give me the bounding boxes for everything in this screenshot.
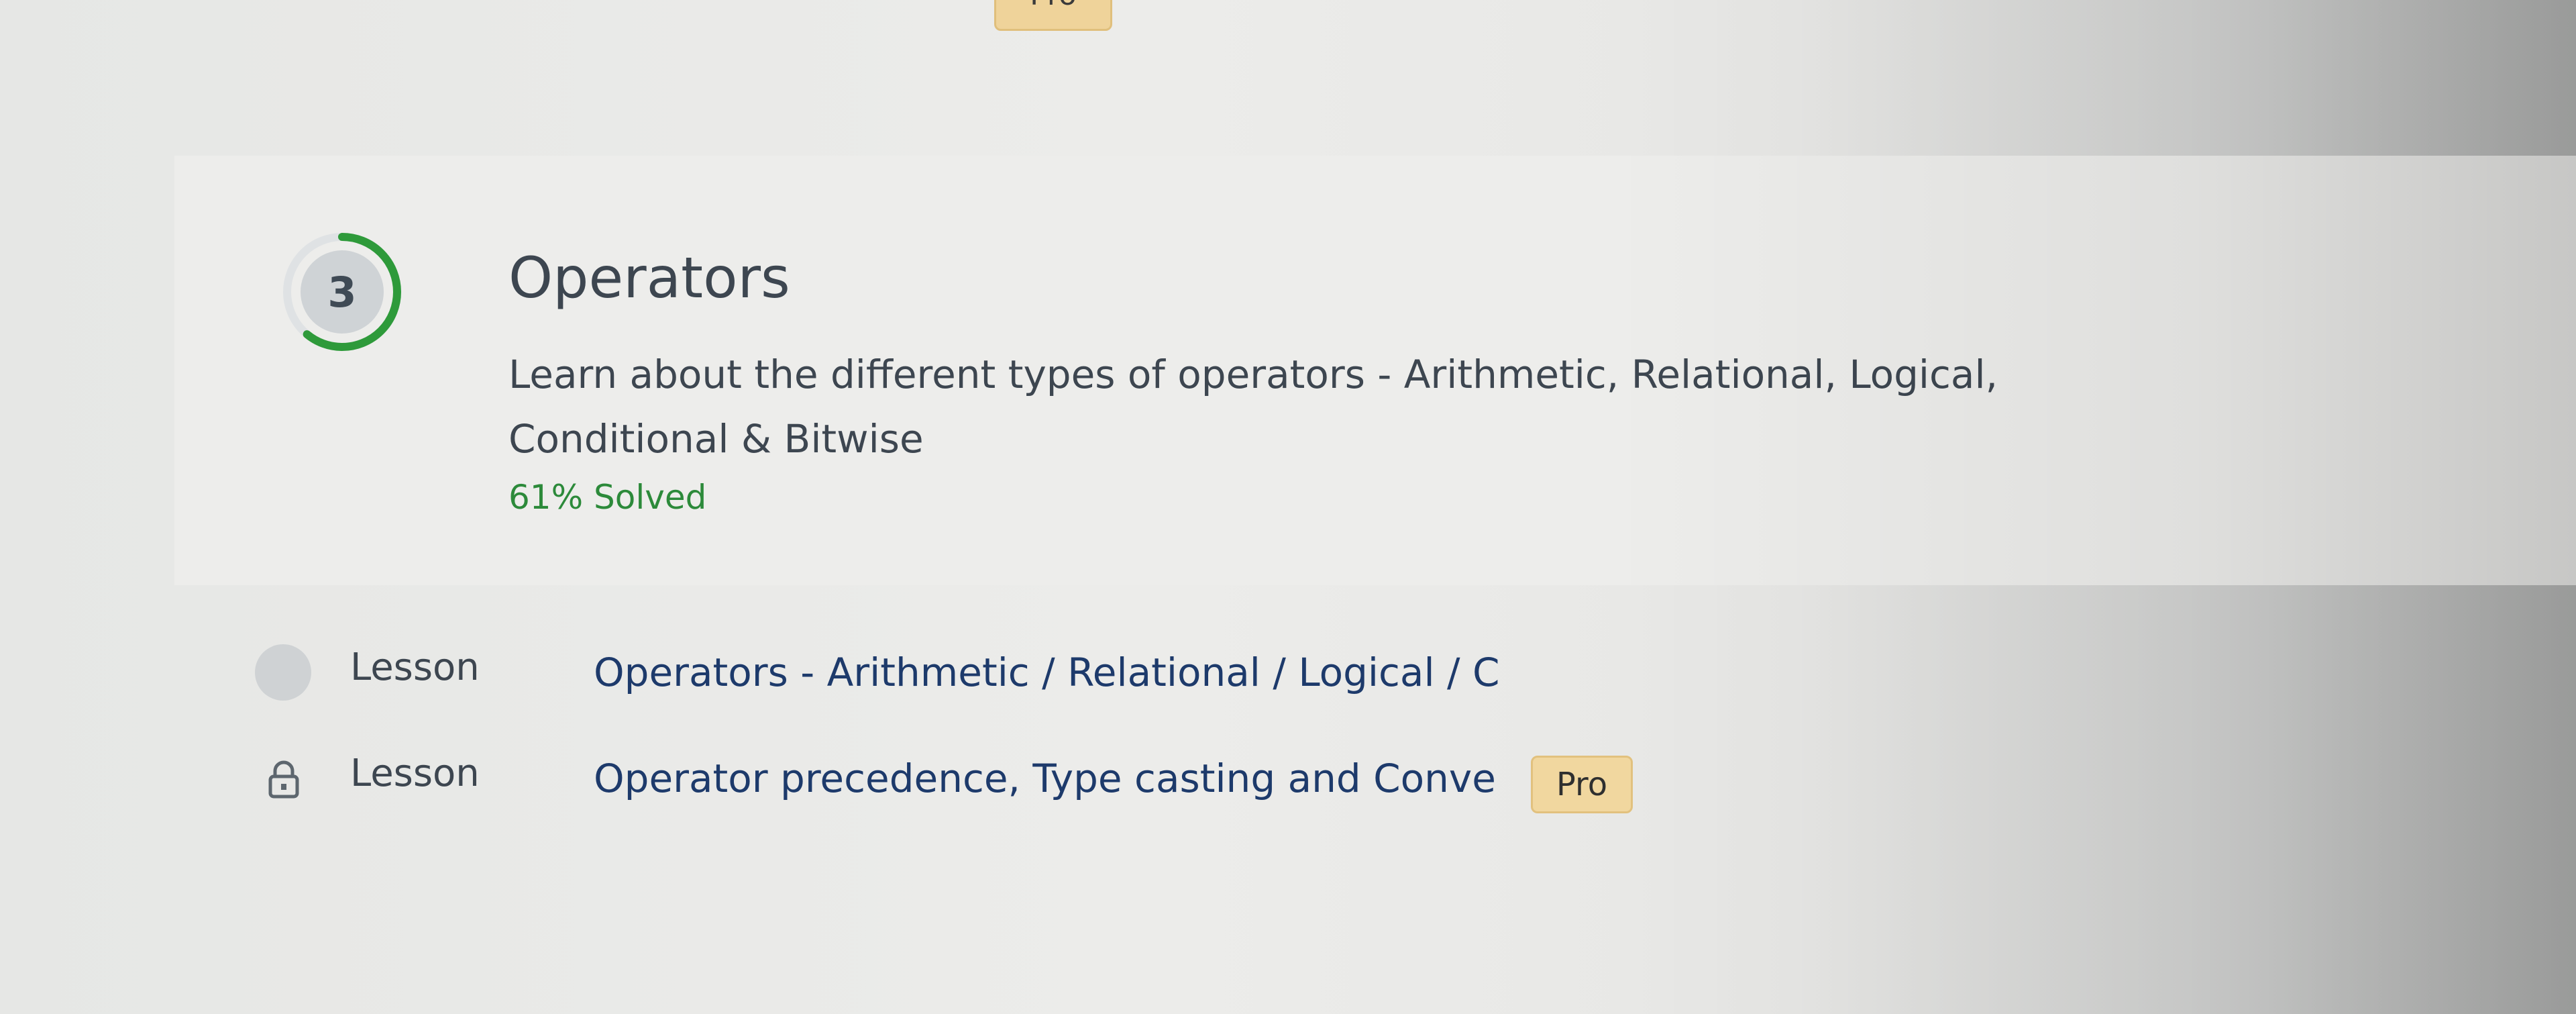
lesson-row[interactable]: Lesson Operators - Arithmetic / Relation… [255, 644, 1865, 718]
pro-badge: Pro [994, 0, 1112, 31]
progress-label: 61% Solved [508, 478, 707, 517]
lesson-type: Lesson [350, 646, 480, 689]
lesson-type: Lesson [350, 752, 480, 795]
lesson-link[interactable]: Operator precedence, Type casting and Co… [594, 756, 1496, 801]
lock-icon [268, 760, 299, 799]
lesson-link[interactable]: Operators - Arithmetic / Relational / Lo… [594, 650, 1499, 695]
pro-badge: Pro [1531, 756, 1633, 813]
module-title[interactable]: Operators [508, 245, 790, 311]
incomplete-circle-icon [255, 644, 311, 701]
previous-module-row: Pro [0, 0, 2576, 47]
module-description: Learn about the different types of opera… [508, 352, 1998, 462]
module-number: 3 [327, 267, 357, 317]
lesson-row[interactable]: Lesson Operator precedence, Type casting… [255, 750, 1865, 824]
